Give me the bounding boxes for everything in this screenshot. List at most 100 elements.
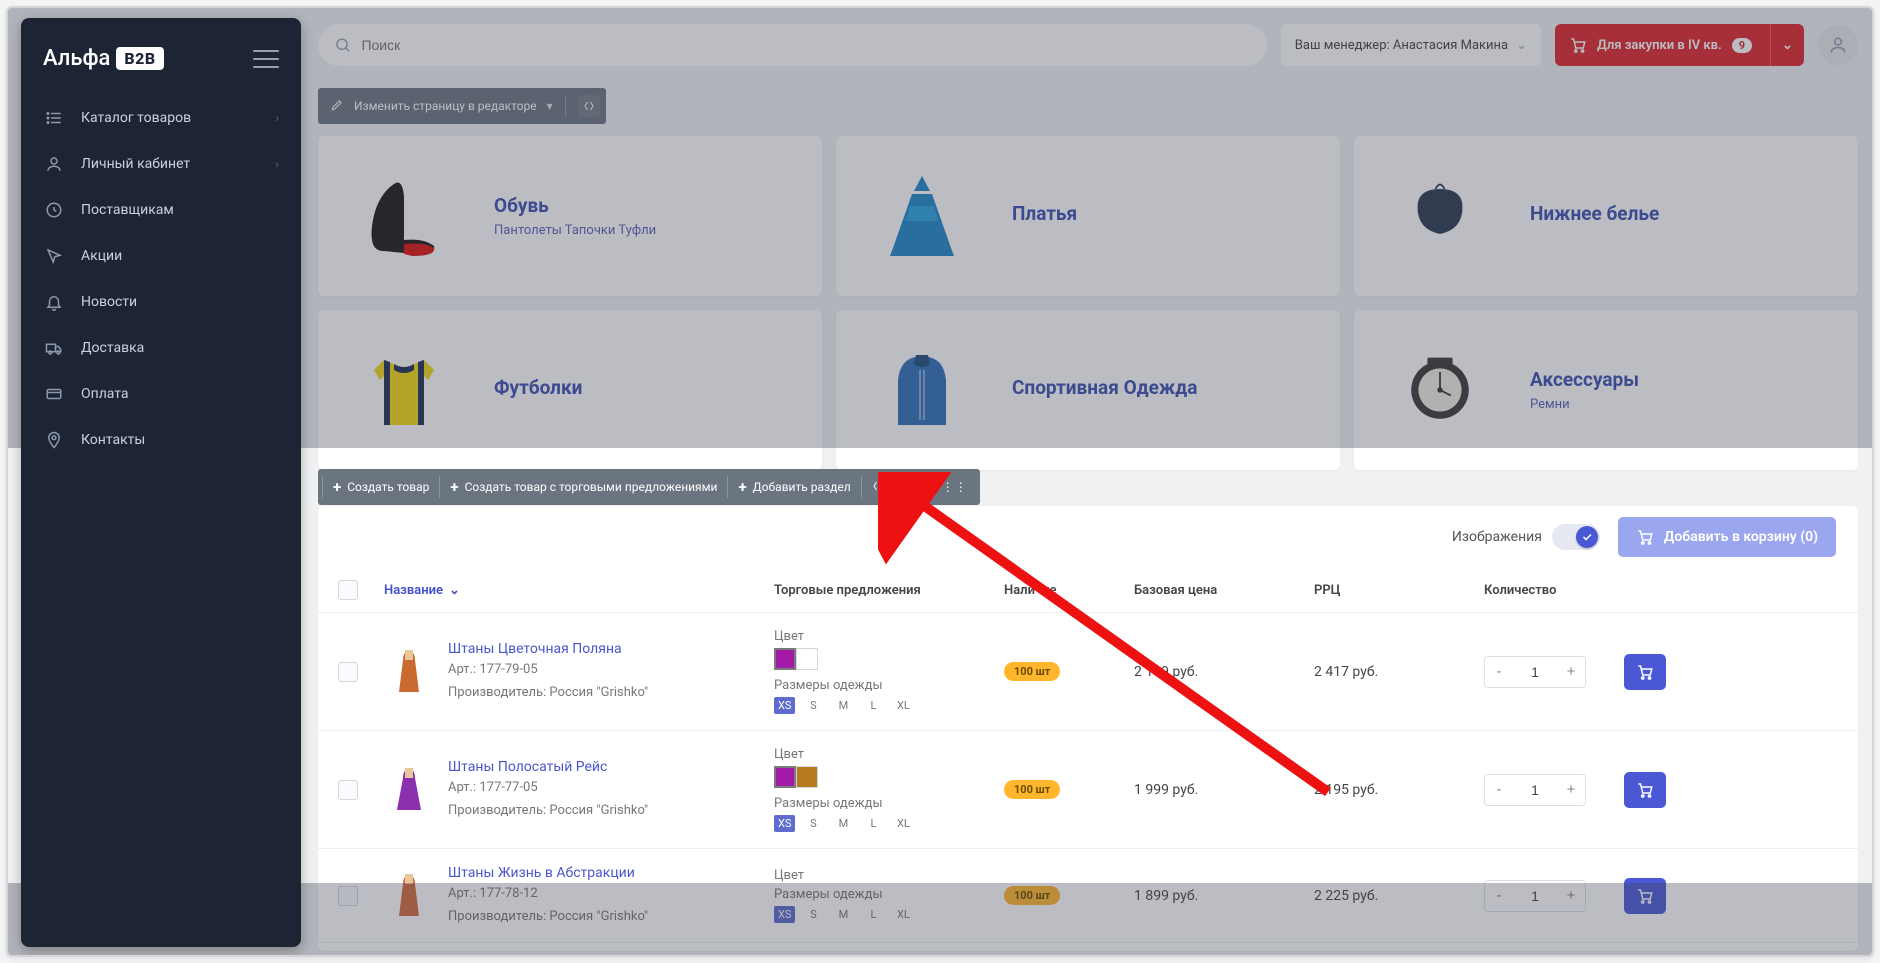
gear-icon[interactable]	[890, 479, 912, 496]
collapse-icon[interactable]	[578, 95, 600, 117]
column-name[interactable]: Название ⌄	[384, 583, 774, 598]
category-card[interactable]: Обувь Пантолеты Тапочки Туфли	[318, 136, 822, 296]
color-swatch[interactable]	[796, 648, 818, 670]
category-card[interactable]: Футболки	[318, 310, 822, 470]
category-card[interactable]: Спортивная Одежда	[836, 310, 1340, 470]
product-name[interactable]: Штаны Цветочная Поляна	[448, 641, 648, 657]
search-input[interactable]	[361, 37, 1250, 53]
list-icon	[43, 107, 65, 129]
sidebar-item-payment[interactable]: Оплата	[21, 371, 301, 417]
size-option[interactable]: M	[831, 817, 855, 830]
size-option[interactable]: M	[831, 699, 855, 712]
add-to-cart-button[interactable]: Добавить в корзину (0)	[1618, 517, 1836, 557]
size-option[interactable]: XS	[774, 906, 795, 923]
sidebar-item-label: Оплата	[81, 386, 129, 402]
row-add-cart-button[interactable]	[1624, 654, 1666, 690]
qty-input[interactable]	[1513, 881, 1557, 911]
product-art: Арт.: 177-78-12	[448, 884, 648, 904]
collapse-icon[interactable]	[868, 480, 888, 495]
sidebar-item-label: Поставщикам	[81, 202, 174, 218]
quantity-stepper: - +	[1484, 774, 1586, 806]
sidebar-item-delivery[interactable]: Доставка	[21, 325, 301, 371]
cart-icon	[1636, 887, 1654, 905]
sidebar-item-suppliers[interactable]: Поставщикам	[21, 187, 301, 233]
clock-icon	[43, 199, 65, 221]
row-add-cart-button[interactable]	[1624, 772, 1666, 808]
size-option[interactable]: XS	[774, 697, 795, 714]
qty-minus-button[interactable]: -	[1485, 881, 1513, 911]
size-option[interactable]: L	[861, 908, 885, 921]
stock-badge: 100 шт	[1004, 662, 1060, 681]
sidebar-item-label: Доставка	[81, 340, 144, 356]
editor-bar-label: Изменить страницу в редакторе	[354, 99, 537, 113]
qty-plus-button[interactable]: +	[1557, 881, 1585, 911]
row-add-cart-button[interactable]	[1624, 878, 1666, 914]
cursor-icon	[43, 245, 65, 267]
color-swatch[interactable]	[774, 766, 796, 788]
offer-sizes-label: Размеры одежды	[774, 887, 1004, 902]
color-swatch[interactable]	[796, 766, 818, 788]
product-name[interactable]: Штаны Полосатый Рейс	[448, 759, 648, 775]
images-toggle[interactable]: Изображения	[1452, 524, 1600, 550]
sidebar-item-promo[interactable]: Акции	[21, 233, 301, 279]
size-option[interactable]: XL	[891, 908, 915, 921]
category-card[interactable]: Нижнее белье	[1354, 136, 1858, 296]
size-option[interactable]: S	[801, 699, 825, 712]
offer-color-label: Цвет	[774, 747, 1004, 762]
base-price: 1 899 руб.	[1134, 888, 1314, 904]
menu-toggle-icon[interactable]	[253, 50, 279, 68]
row-checkbox[interactable]	[338, 886, 358, 906]
sidebar-item-news[interactable]: Новости	[21, 279, 301, 325]
category-title: Аксессуары	[1530, 368, 1639, 391]
qty-input[interactable]	[1513, 775, 1557, 805]
sidebar-item-label: Контакты	[81, 432, 145, 448]
pin-icon	[43, 429, 65, 451]
size-option[interactable]: XL	[891, 699, 915, 712]
drag-handle-icon[interactable]: ⋮⋮	[934, 480, 976, 494]
editor-bar[interactable]: Изменить страницу в редакторе ▾	[318, 88, 606, 124]
sidebar: Альфа B2B Каталог товаров › Личный кабин…	[21, 18, 301, 947]
create-product-button[interactable]: + Создать товар	[323, 469, 439, 505]
manager-dropdown[interactable]: Ваш менеджер: Анастасия Макина ⌄	[1281, 24, 1541, 66]
toggle-switch[interactable]	[1552, 524, 1600, 550]
cart-dropdown[interactable]: ⌄	[1770, 24, 1804, 66]
sidebar-item-contacts[interactable]: Контакты	[21, 417, 301, 463]
truck-icon	[43, 337, 65, 359]
category-card[interactable]: Платья	[836, 136, 1340, 296]
chevron-down-icon: ⌄	[449, 583, 460, 598]
sidebar-item-account[interactable]: Личный кабинет ›	[21, 141, 301, 187]
size-option[interactable]: L	[861, 699, 885, 712]
select-all-checkbox[interactable]	[338, 580, 358, 600]
qty-minus-button[interactable]: -	[1485, 657, 1513, 687]
sidebar-item-catalog[interactable]: Каталог товаров ›	[21, 95, 301, 141]
category-card[interactable]: Аксессуары Ремни	[1354, 310, 1858, 470]
create-product-offers-button[interactable]: + Создать товар с торговыми предложениям…	[440, 469, 727, 505]
product-art: Арт.: 177-79-05	[448, 660, 648, 680]
toggle-knob	[1576, 526, 1598, 548]
size-option[interactable]: M	[831, 908, 855, 921]
size-option[interactable]: XL	[891, 817, 915, 830]
row-checkbox[interactable]	[338, 780, 358, 800]
cart-icon	[1636, 781, 1654, 799]
qty-minus-button[interactable]: -	[1485, 775, 1513, 805]
avatar[interactable]	[1818, 25, 1858, 65]
qty-input[interactable]	[1513, 657, 1557, 687]
row-checkbox[interactable]	[338, 662, 358, 682]
cart-button[interactable]: Для закупки в IV кв. 9 ⌄	[1555, 24, 1804, 66]
chevron-down-icon[interactable]: ▾	[914, 482, 927, 493]
images-label: Изображения	[1452, 529, 1542, 545]
search-icon	[334, 36, 351, 54]
qty-plus-button[interactable]: +	[1557, 775, 1585, 805]
size-option[interactable]: S	[801, 817, 825, 830]
size-option[interactable]: L	[861, 817, 885, 830]
user-icon	[43, 153, 65, 175]
size-option[interactable]: XS	[774, 815, 795, 832]
category-title: Обувь	[494, 194, 656, 217]
qty-plus-button[interactable]: +	[1557, 657, 1585, 687]
category-image	[344, 330, 464, 450]
search-box[interactable]	[318, 24, 1267, 66]
product-name[interactable]: Штаны Жизнь в Абстракции	[448, 865, 648, 881]
add-section-button[interactable]: + Добавить раздел	[728, 469, 860, 505]
color-swatch[interactable]	[774, 648, 796, 670]
size-option[interactable]: S	[801, 908, 825, 921]
